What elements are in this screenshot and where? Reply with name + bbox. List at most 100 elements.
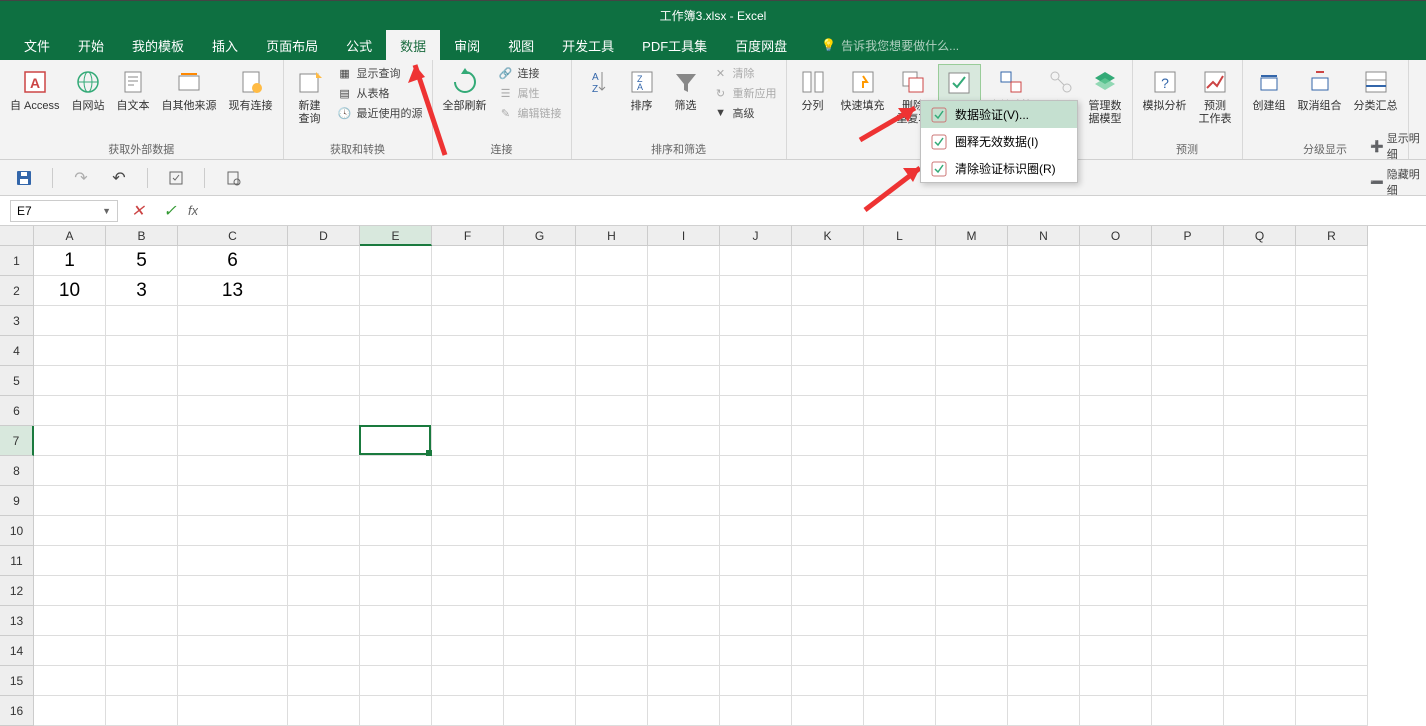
cell-J15[interactable] xyxy=(720,666,792,696)
cell-H8[interactable] xyxy=(576,456,648,486)
cell-L4[interactable] xyxy=(864,336,936,366)
cell-F7[interactable] xyxy=(432,426,504,456)
cell-D3[interactable] xyxy=(288,306,360,336)
cancel-button[interactable]: ✕ xyxy=(126,200,150,222)
cell-R16[interactable] xyxy=(1296,696,1368,726)
cell-K15[interactable] xyxy=(792,666,864,696)
col-header-E[interactable]: E xyxy=(360,226,432,246)
cell-B7[interactable] xyxy=(106,426,178,456)
cell-R6[interactable] xyxy=(1296,396,1368,426)
cell-P15[interactable] xyxy=(1152,666,1224,696)
cell-O13[interactable] xyxy=(1080,606,1152,636)
cell-B8[interactable] xyxy=(106,456,178,486)
cell-R8[interactable] xyxy=(1296,456,1368,486)
row-header-13[interactable]: 13 xyxy=(0,606,34,636)
cell-I8[interactable] xyxy=(648,456,720,486)
cell-Q11[interactable] xyxy=(1224,546,1296,576)
cell-O4[interactable] xyxy=(1080,336,1152,366)
cell-P9[interactable] xyxy=(1152,486,1224,516)
cell-A6[interactable] xyxy=(34,396,106,426)
col-header-J[interactable]: J xyxy=(720,226,792,246)
cell-A15[interactable] xyxy=(34,666,106,696)
from-other-sources-button[interactable]: 自其他来源 xyxy=(158,64,221,115)
row-header-8[interactable]: 8 xyxy=(0,456,34,486)
cell-Q8[interactable] xyxy=(1224,456,1296,486)
cell-R11[interactable] xyxy=(1296,546,1368,576)
cells-area[interactable]: 15610313 xyxy=(34,246,1368,726)
cell-L5[interactable] xyxy=(864,366,936,396)
cell-P7[interactable] xyxy=(1152,426,1224,456)
cell-A3[interactable] xyxy=(34,306,106,336)
cell-Q6[interactable] xyxy=(1224,396,1296,426)
cell-Q14[interactable] xyxy=(1224,636,1296,666)
row-header-12[interactable]: 12 xyxy=(0,576,34,606)
cell-Q2[interactable] xyxy=(1224,276,1296,306)
cell-H7[interactable] xyxy=(576,426,648,456)
cell-J1[interactable] xyxy=(720,246,792,276)
row-header-14[interactable]: 14 xyxy=(0,636,34,666)
cell-P2[interactable] xyxy=(1152,276,1224,306)
cell-E3[interactable] xyxy=(360,306,432,336)
cell-G1[interactable] xyxy=(504,246,576,276)
cell-K2[interactable] xyxy=(792,276,864,306)
cell-E13[interactable] xyxy=(360,606,432,636)
cell-N14[interactable] xyxy=(1008,636,1080,666)
cell-R15[interactable] xyxy=(1296,666,1368,696)
cell-B16[interactable] xyxy=(106,696,178,726)
cell-C12[interactable] xyxy=(178,576,288,606)
col-header-G[interactable]: G xyxy=(504,226,576,246)
cell-I12[interactable] xyxy=(648,576,720,606)
cell-D12[interactable] xyxy=(288,576,360,606)
cell-F15[interactable] xyxy=(432,666,504,696)
cell-K6[interactable] xyxy=(792,396,864,426)
cell-A1[interactable]: 1 xyxy=(34,246,106,276)
cell-B5[interactable] xyxy=(106,366,178,396)
cell-R2[interactable] xyxy=(1296,276,1368,306)
cell-M5[interactable] xyxy=(936,366,1008,396)
hide-detail-button[interactable]: ➖隐藏明细 xyxy=(1370,166,1422,198)
col-header-H[interactable]: H xyxy=(576,226,648,246)
cell-O2[interactable] xyxy=(1080,276,1152,306)
cell-D8[interactable] xyxy=(288,456,360,486)
row-header-5[interactable]: 5 xyxy=(0,366,34,396)
cell-Q7[interactable] xyxy=(1224,426,1296,456)
sort-az-button[interactable]: AZ xyxy=(578,64,618,102)
cell-N4[interactable] xyxy=(1008,336,1080,366)
cell-D2[interactable] xyxy=(288,276,360,306)
cell-B1[interactable]: 5 xyxy=(106,246,178,276)
cell-R13[interactable] xyxy=(1296,606,1368,636)
cell-N11[interactable] xyxy=(1008,546,1080,576)
cell-D4[interactable] xyxy=(288,336,360,366)
cell-I4[interactable] xyxy=(648,336,720,366)
cell-P13[interactable] xyxy=(1152,606,1224,636)
cell-G3[interactable] xyxy=(504,306,576,336)
cell-F12[interactable] xyxy=(432,576,504,606)
cell-M6[interactable] xyxy=(936,396,1008,426)
cell-C14[interactable] xyxy=(178,636,288,666)
dropdown-item[interactable]: 数据验证(V)... xyxy=(921,101,1077,128)
cell-A14[interactable] xyxy=(34,636,106,666)
cell-B9[interactable] xyxy=(106,486,178,516)
cell-I5[interactable] xyxy=(648,366,720,396)
menu-审阅[interactable]: 审阅 xyxy=(440,30,494,61)
menu-视图[interactable]: 视图 xyxy=(494,30,548,61)
cell-N13[interactable] xyxy=(1008,606,1080,636)
cell-M7[interactable] xyxy=(936,426,1008,456)
cell-B11[interactable] xyxy=(106,546,178,576)
cell-F9[interactable] xyxy=(432,486,504,516)
cell-B14[interactable] xyxy=(106,636,178,666)
cell-Q1[interactable] xyxy=(1224,246,1296,276)
cell-O6[interactable] xyxy=(1080,396,1152,426)
from-access-button[interactable]: A自 Access xyxy=(6,64,64,115)
cell-L8[interactable] xyxy=(864,456,936,486)
cell-A8[interactable] xyxy=(34,456,106,486)
cell-F6[interactable] xyxy=(432,396,504,426)
cell-D16[interactable] xyxy=(288,696,360,726)
cell-K1[interactable] xyxy=(792,246,864,276)
cell-G16[interactable] xyxy=(504,696,576,726)
cell-E6[interactable] xyxy=(360,396,432,426)
col-header-D[interactable]: D xyxy=(288,226,360,246)
row-header-7[interactable]: 7 xyxy=(0,426,34,456)
cell-H2[interactable] xyxy=(576,276,648,306)
cell-D14[interactable] xyxy=(288,636,360,666)
